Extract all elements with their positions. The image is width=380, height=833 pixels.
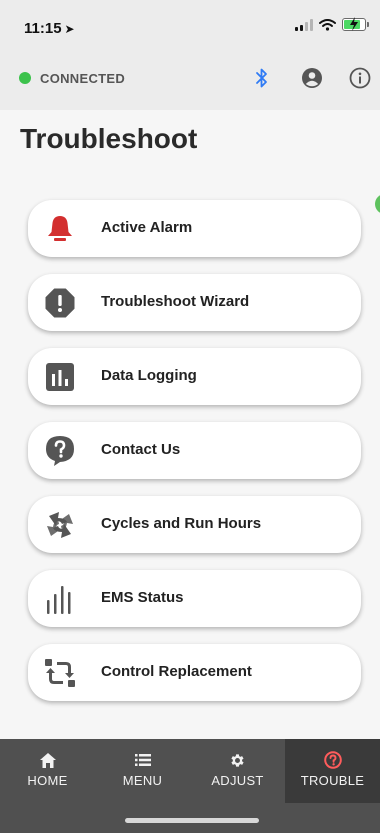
exclamation-octagon-icon [44, 287, 76, 319]
status-time: 11:15 ➤ [24, 20, 75, 37]
menu-item-label: Contact Us [101, 441, 181, 458]
signal-bars-icon [44, 583, 76, 615]
tab-label: ADJUST [211, 773, 264, 788]
list-icon [95, 751, 190, 769]
menu-item-contact-us[interactable]: Contact Us [28, 422, 361, 479]
tab-home[interactable]: HOME [0, 739, 95, 803]
tab-label: TROUBLE [300, 773, 365, 788]
menu-item-cycles-run-hours[interactable]: Cycles and Run Hours [28, 496, 361, 553]
status-bar: 11:15 ➤ [0, 0, 380, 50]
battery-charging-icon [342, 17, 369, 31]
info-icon[interactable] [346, 64, 374, 92]
alarm-bell-icon [44, 213, 76, 245]
menu-item-label: Troubleshoot Wizard [101, 293, 250, 310]
location-arrow-icon: ➤ [64, 22, 75, 36]
page-title: Troubleshoot [20, 123, 198, 154]
home-icon [0, 751, 95, 769]
help-circle-icon [285, 751, 380, 769]
menu-item-label: Active Alarm [101, 219, 193, 236]
tab-label: MENU [122, 773, 163, 788]
tab-adjust[interactable]: ADJUST [190, 739, 285, 803]
app-bar: CONNECTED [0, 50, 380, 110]
question-bubble-icon [44, 435, 76, 467]
gear-icon [190, 751, 285, 769]
connection-status-dot [19, 72, 31, 84]
status-icons [295, 17, 369, 31]
home-indicator[interactable] [125, 818, 259, 823]
menu-item-label: Data Logging [101, 367, 197, 384]
tab-menu[interactable]: MENU [95, 739, 190, 803]
menu-item-ems-status[interactable]: EMS Status [28, 570, 361, 627]
menu-item-control-replacement[interactable]: Control Replacement [28, 644, 361, 701]
wifi-icon [319, 18, 336, 31]
swap-arrows-icon [44, 657, 76, 689]
user-account-icon[interactable] [298, 64, 326, 92]
time-text: 11:15 [24, 20, 62, 37]
menu-item-label: Control Replacement [101, 663, 252, 680]
menu-item-active-alarm[interactable]: Active Alarm [28, 200, 361, 257]
menu-item-label: Cycles and Run Hours [101, 515, 262, 532]
bar-chart-icon [44, 361, 76, 393]
menu-item-troubleshoot-wizard[interactable]: Troubleshoot Wizard [28, 274, 361, 331]
connection-status-label: CONNECTED [40, 71, 126, 86]
tab-trouble[interactable]: TROUBLE [285, 739, 380, 803]
menu-item-data-logging[interactable]: Data Logging [28, 348, 361, 405]
bottom-tab-bar: HOME MENU ADJUST TROUBLE [0, 739, 380, 803]
bluetooth-icon[interactable] [248, 64, 276, 92]
menu-item-label: EMS Status [101, 589, 184, 606]
cycle-arrows-icon [44, 509, 76, 541]
floating-indicator-dot [375, 194, 380, 214]
tab-label: HOME [27, 773, 68, 788]
cell-signal-icon [295, 18, 313, 31]
